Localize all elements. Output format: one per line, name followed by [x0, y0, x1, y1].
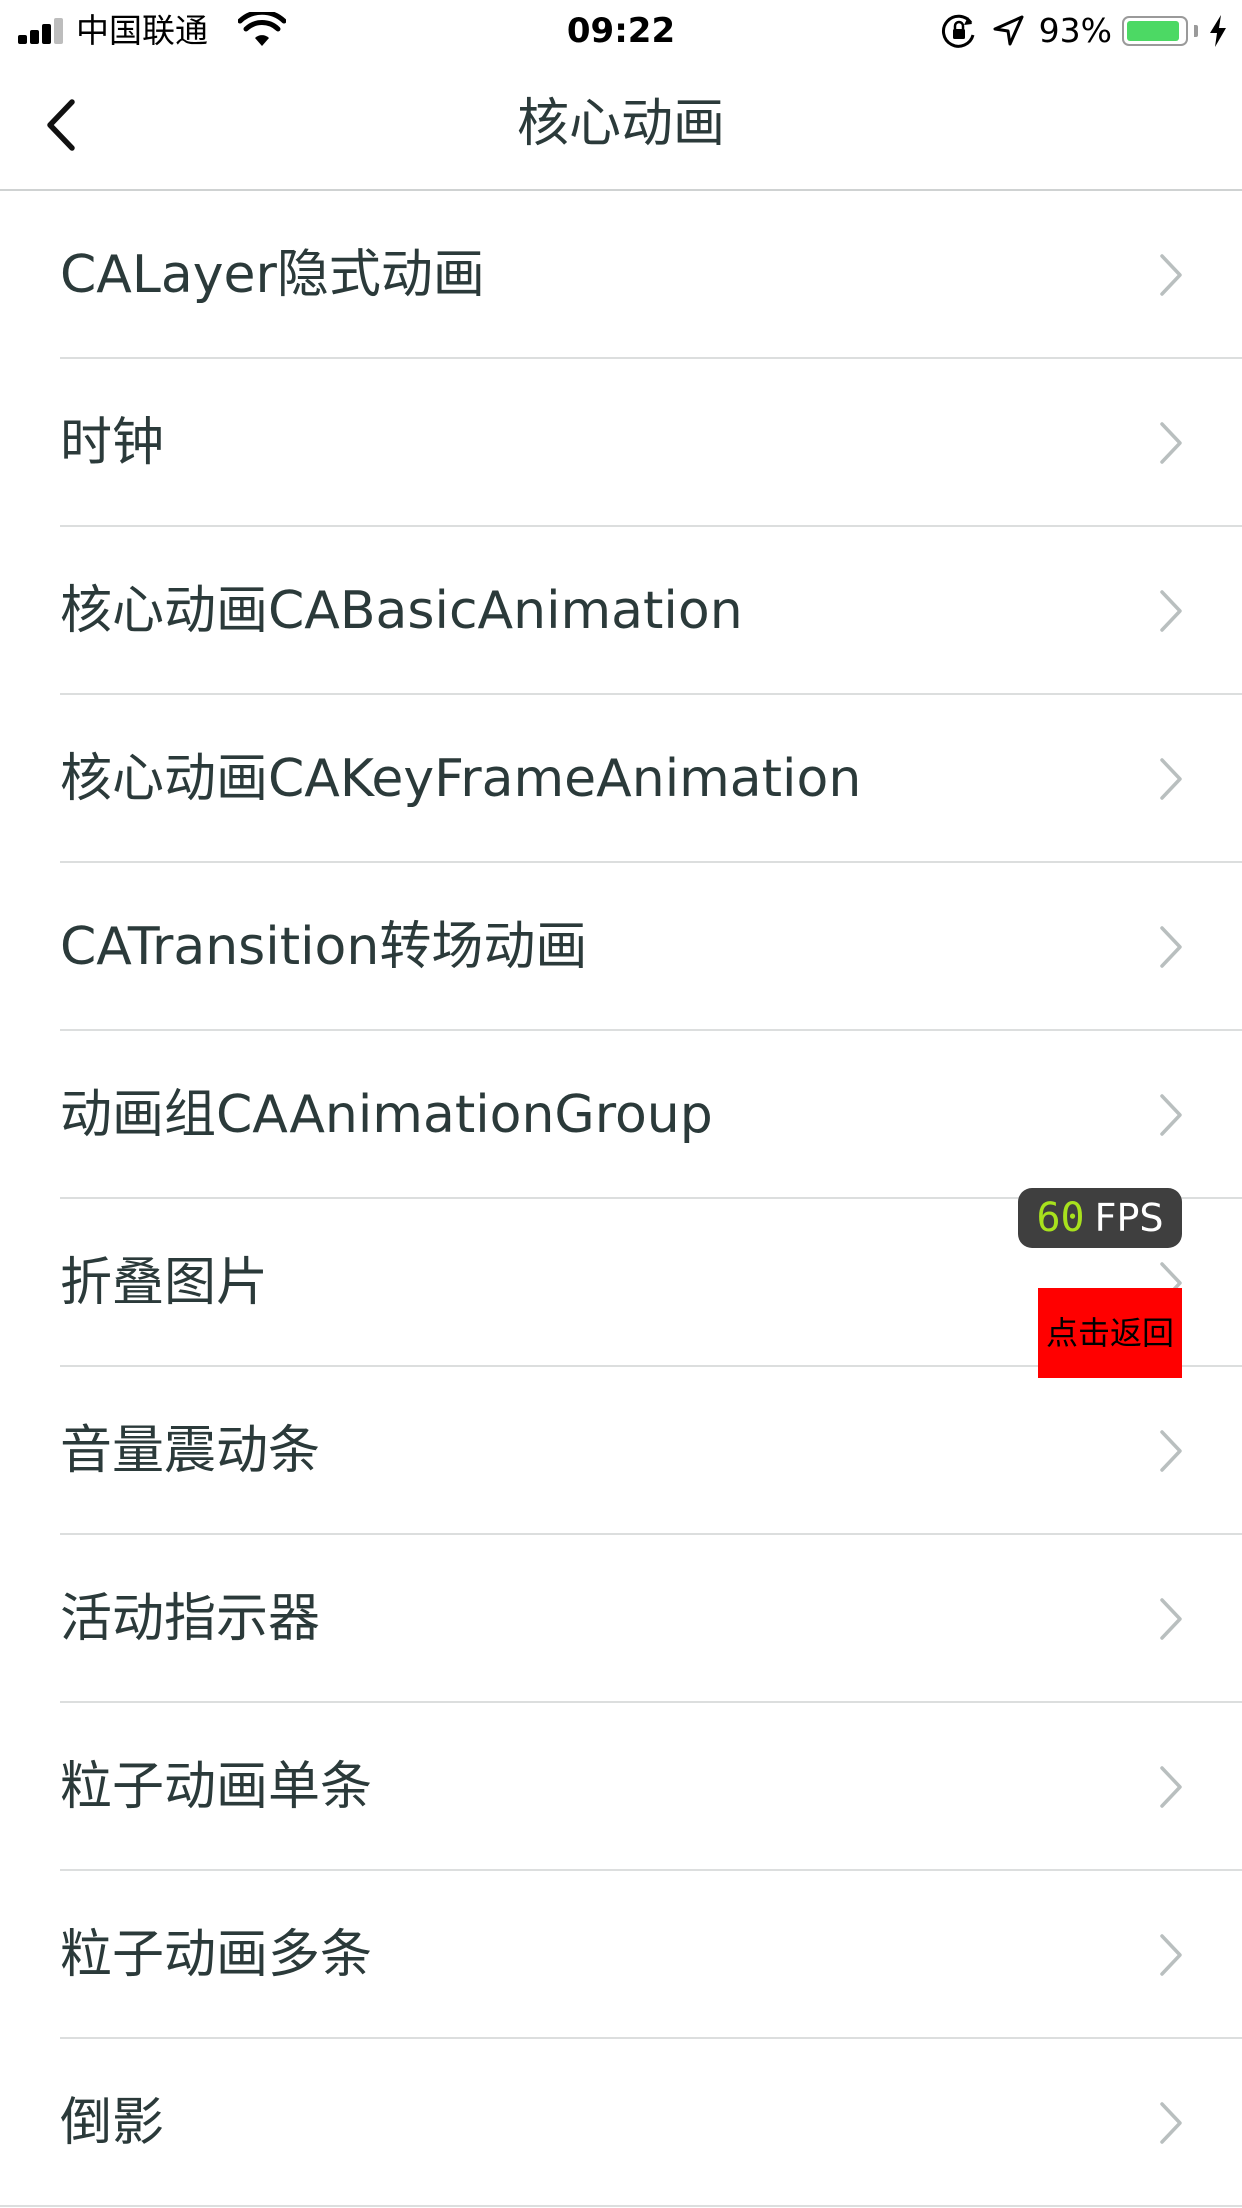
battery-percent: 93%: [1038, 11, 1112, 50]
status-bar: 中国联通 09:22 93%: [0, 0, 1242, 60]
list-item-label: CATransition转场动画: [60, 917, 588, 977]
chevron-right-icon: [1158, 420, 1184, 466]
list-item-label: 音量震动条: [60, 1421, 321, 1481]
chevron-right-icon: [1158, 588, 1184, 634]
battery-cap: [1194, 25, 1198, 37]
list-item-label: 核心动画CABasicAnimation: [60, 581, 743, 641]
chevron-right-icon: [1158, 1932, 1184, 1978]
list-item-0[interactable]: CALayer隐式动画: [0, 191, 1242, 359]
list-item-5[interactable]: 动画组CAAnimationGroup: [0, 1031, 1242, 1199]
chevron-right-icon: [1158, 252, 1184, 298]
chevron-right-icon: [1158, 1596, 1184, 1642]
orientation-lock-icon: [941, 14, 975, 48]
list-item-label: 粒子动画多条: [60, 1925, 373, 1985]
list-item-label: CALayer隐式动画: [60, 245, 485, 305]
battery-level-fill: [1127, 21, 1179, 41]
list-item-4[interactable]: CATransition转场动画: [0, 863, 1242, 1031]
status-right-group: 93%: [941, 10, 1228, 52]
list-item-label: 活动指示器: [60, 1589, 321, 1649]
location-arrow-icon: [993, 15, 1024, 46]
battery-icon: [1122, 16, 1188, 46]
list-item-label: 粒子动画单条: [60, 1757, 373, 1817]
chevron-right-icon: [1158, 2100, 1184, 2146]
chevron-right-icon: [1158, 924, 1184, 970]
list-item-9[interactable]: 粒子动画单条: [0, 1703, 1242, 1871]
list-item-10[interactable]: 粒子动画多条: [0, 1871, 1242, 2039]
list-item-label: 倒影: [60, 2093, 165, 2153]
list-item-label: 折叠图片: [60, 1253, 269, 1313]
page-title: 核心动画: [516, 94, 725, 154]
list-item-11[interactable]: 倒影: [0, 2039, 1242, 2207]
list-item-label: 核心动画CAKeyFrameAnimation: [60, 749, 862, 809]
tap-back-button[interactable]: 点击返回: [1038, 1288, 1182, 1378]
chevron-right-icon: [1158, 1764, 1184, 1810]
list-item-3[interactable]: 核心动画CAKeyFrameAnimation: [0, 695, 1242, 863]
list-item-label: 时钟: [60, 413, 165, 473]
list-item-label: 动画组CAAnimationGroup: [60, 1085, 713, 1145]
chevron-right-icon: [1158, 1092, 1184, 1138]
list-item-1[interactable]: 时钟: [0, 359, 1242, 527]
fps-badge: 60 FPS: [1018, 1188, 1182, 1248]
list-item-2[interactable]: 核心动画CABasicAnimation: [0, 527, 1242, 695]
charging-bolt-icon: [1210, 15, 1226, 47]
chevron-right-icon: [1158, 1428, 1184, 1474]
fps-value: 60: [1036, 1195, 1085, 1241]
chevron-right-icon: [1158, 756, 1184, 802]
fps-unit: FPS: [1094, 1196, 1164, 1240]
list-item-7[interactable]: 音量震动条: [0, 1367, 1242, 1535]
navigation-bar: 核心动画: [0, 60, 1242, 191]
list-item-8[interactable]: 活动指示器: [0, 1535, 1242, 1703]
